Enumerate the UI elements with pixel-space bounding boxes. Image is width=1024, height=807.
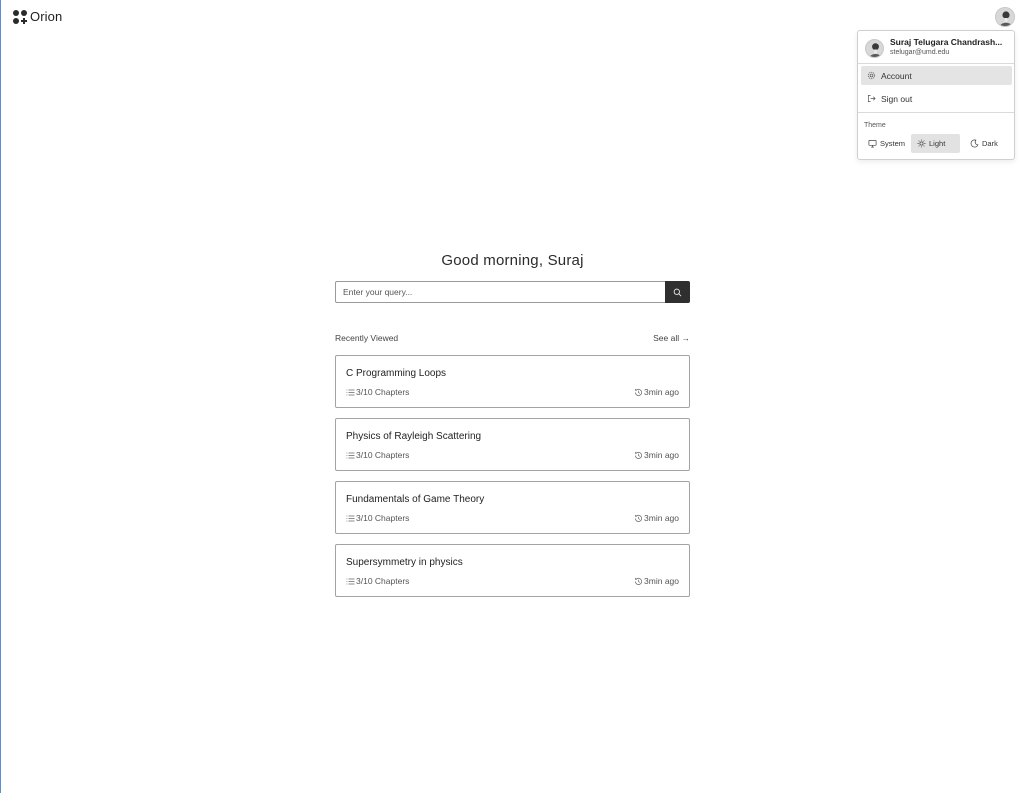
account-menu-item[interactable]: Account [861,66,1012,85]
see-all-link[interactable]: See all → [653,333,690,343]
theme-switcher: System Light Dark [862,134,1004,153]
course-last-viewed: 3min ago [634,576,679,586]
sign-out-label: Sign out [881,93,913,104]
course-title: C Programming Loops [346,368,447,379]
course-progress-label: 3/10 Chapters [356,450,410,460]
course-progress: 3/10 Chapters [346,576,409,586]
course-time-label: 3min ago [644,513,679,523]
user-menu-profile: Suraj Telugara Chandrash... stelugar@umd… [865,37,1008,58]
recently-viewed-header: Recently Viewed See all → [335,333,690,343]
theme-light-button[interactable]: Light [911,134,961,153]
recent-course-card[interactable]: Fundamentals of Game Theory 3/10 Chapter… [335,481,690,534]
course-last-viewed: 3min ago [634,387,679,397]
theme-dark-button[interactable]: Dark [964,134,1004,153]
course-progress-label: 3/10 Chapters [356,576,410,586]
course-last-viewed: 3min ago [634,513,679,523]
list-icon [346,578,355,584]
gear-icon [867,71,876,80]
recently-viewed-heading: Recently Viewed [335,333,399,343]
user-menu-avatar [865,39,884,58]
course-progress-label: 3/10 Chapters [356,513,410,523]
theme-label: Theme [864,122,886,129]
moon-icon [970,139,979,148]
history-icon [634,451,643,459]
course-progress: 3/10 Chapters [346,387,409,397]
list-icon [346,452,355,458]
user-name: Suraj Telugara Chandrash... [890,37,1003,47]
brand[interactable]: Orion [13,9,62,24]
monitor-icon [868,139,877,148]
history-icon [634,577,643,585]
history-icon [634,388,643,396]
recent-course-card[interactable]: C Programming Loops 3/10 Chapters 3min a… [335,355,690,408]
sign-out-icon [867,94,876,103]
menu-divider [858,63,1014,64]
course-progress: 3/10 Chapters [346,513,409,523]
course-time-label: 3min ago [644,387,679,397]
theme-light-label: Light [929,139,946,148]
course-time-label: 3min ago [644,576,679,586]
app-name: Orion [30,9,63,24]
course-title: Physics of Rayleigh Scattering [346,431,482,442]
recent-course-card[interactable]: Physics of Rayleigh Scattering 3/10 Chap… [335,418,690,471]
theme-system-label: System [880,139,906,148]
search-bar [335,281,690,303]
search-input[interactable] [335,281,665,303]
list-icon [346,515,355,521]
sign-out-menu-item[interactable]: Sign out [861,89,1012,108]
user-email: stelugar@umd.edu [890,49,950,56]
recent-course-card[interactable]: Supersymmetry in physics 3/10 Chapters 3… [335,544,690,597]
course-last-viewed: 3min ago [634,450,679,460]
account-label: Account [881,70,912,81]
list-icon [346,389,355,395]
sun-icon [917,139,926,148]
left-edge-rule [0,0,1,793]
theme-dark-label: Dark [982,139,998,148]
user-menu-dropdown: Suraj Telugara Chandrash... stelugar@umd… [857,30,1015,160]
course-progress: 3/10 Chapters [346,450,409,460]
search-button[interactable] [665,281,690,303]
menu-divider [858,112,1014,113]
greeting: Good morning, Suraj [441,252,584,269]
theme-system-button[interactable]: System [862,134,911,153]
course-time-label: 3min ago [644,450,679,460]
course-title: Supersymmetry in physics [346,557,463,568]
orion-logo-icon [13,9,27,24]
course-title: Fundamentals of Game Theory [346,494,485,505]
history-icon [634,514,643,522]
course-progress-label: 3/10 Chapters [356,387,410,397]
avatar[interactable] [995,7,1015,27]
search-icon [673,288,682,296]
